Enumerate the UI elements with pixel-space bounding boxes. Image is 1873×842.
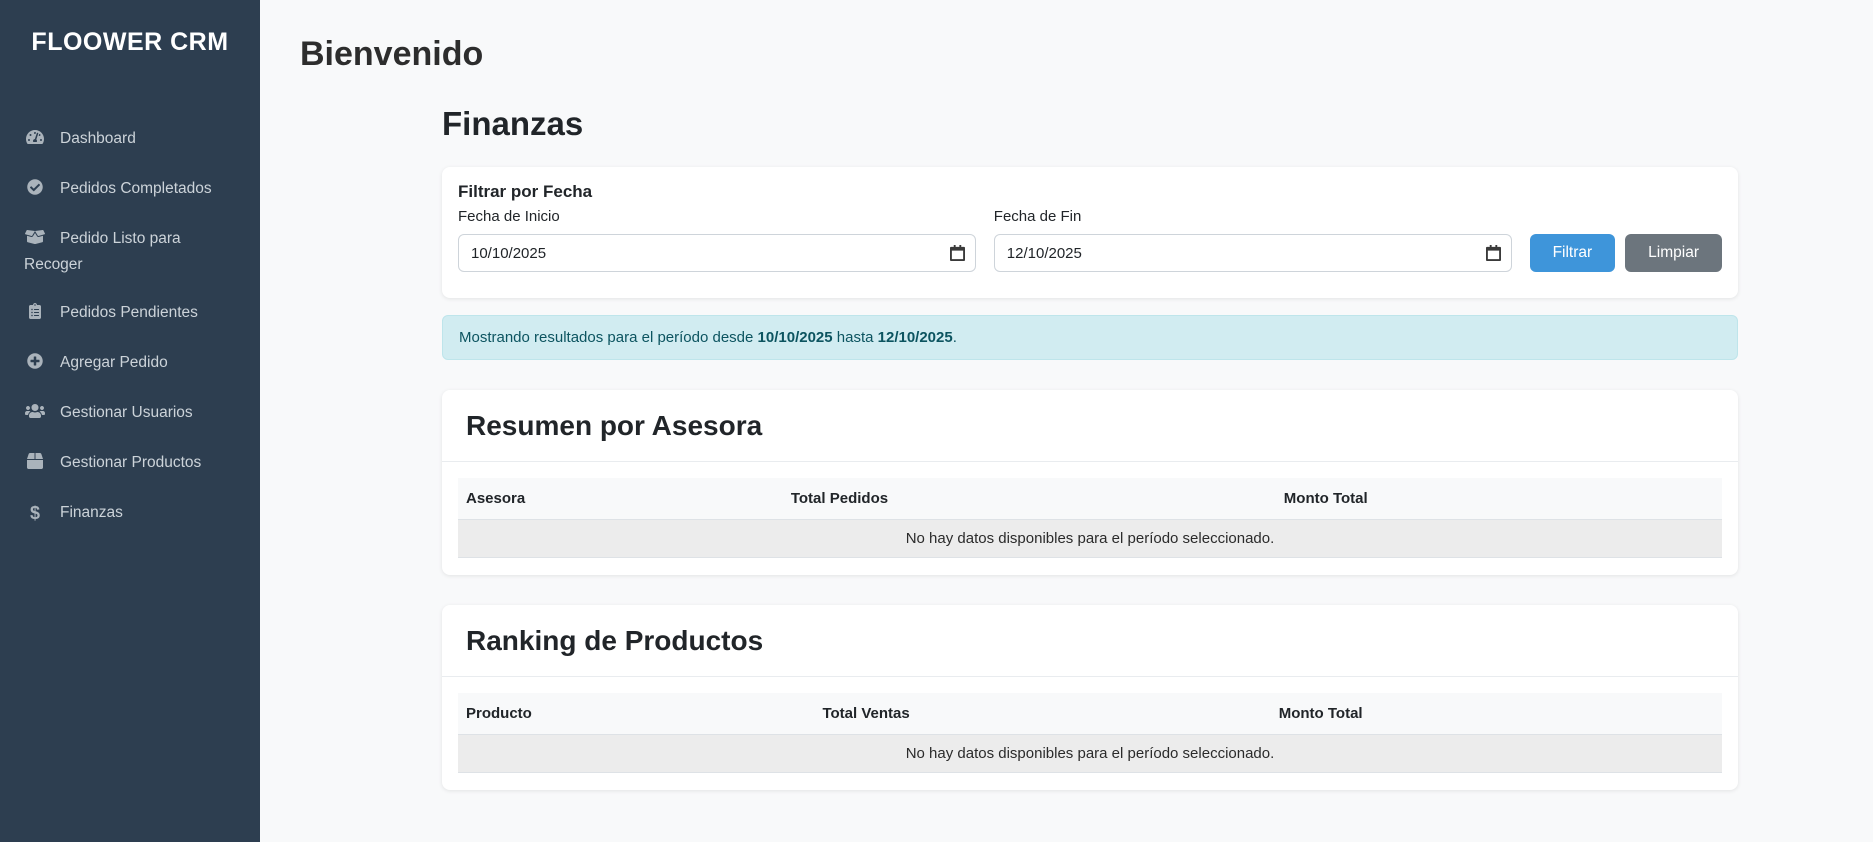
clear-button[interactable]: Limpiar [1625, 234, 1722, 272]
plus-circle-icon [24, 353, 46, 377]
sidebar-item-pedidos-completados[interactable]: Pedidos Completados [0, 165, 260, 215]
main-content: Bienvenido Finanzas Filtrar por Fecha Fe… [260, 0, 1873, 842]
sidebar: FLOOWER CRM Dashboard Pedidos Completado… [0, 0, 260, 842]
welcome-heading: Bienvenido [300, 36, 1873, 73]
sidebar-item-pedido-listo[interactable]: Pedido Listo para Recoger [0, 215, 260, 289]
alert-text: Mostrando resultados para el período des… [459, 329, 758, 346]
table-row: No hay datos disponibles para el período… [458, 520, 1722, 558]
start-date-input[interactable] [458, 234, 976, 272]
clipboard-list-icon [24, 303, 46, 327]
end-date-label: Fecha de Fin [994, 208, 1512, 225]
date-filter-card: Filtrar por Fecha Fecha de Inicio Fecha … [442, 167, 1738, 298]
alert-start-date: 10/10/2025 [758, 329, 833, 346]
column-header: Asesora [458, 478, 783, 520]
sidebar-item-label: Pedidos Completados [60, 180, 212, 197]
product-ranking-table: Producto Total Ventas Monto Total No hay… [458, 693, 1722, 773]
check-circle-icon [24, 179, 46, 203]
sidebar-item-label: Pedidos Pendientes [60, 304, 198, 321]
column-header: Monto Total [1271, 693, 1722, 735]
app-brand: FLOOWER CRM [0, 28, 260, 57]
filter-button[interactable]: Filtrar [1530, 234, 1616, 272]
sidebar-item-label: Dashboard [60, 130, 136, 147]
box-icon [24, 453, 46, 477]
filter-title: Filtrar por Fecha [458, 182, 1722, 202]
empty-state-message: No hay datos disponibles para el período… [458, 520, 1722, 558]
end-date-calendar-icon[interactable] [1486, 245, 1501, 261]
sidebar-item-agregar-pedido[interactable]: Agregar Pedido [0, 339, 260, 389]
column-header: Producto [458, 693, 814, 735]
page-title: Finanzas [442, 105, 1738, 143]
alert-end-date: 12/10/2025 [878, 329, 953, 346]
sidebar-item-gestionar-productos[interactable]: Gestionar Productos [0, 439, 260, 489]
product-ranking-card: Ranking de Productos Producto Total Vent… [442, 605, 1738, 790]
alert-text: hasta [833, 329, 878, 346]
start-date-calendar-icon[interactable] [950, 245, 965, 261]
product-ranking-title: Ranking de Productos [466, 625, 1714, 657]
dollar-sign-icon: $ [24, 501, 46, 525]
tachometer-icon [24, 129, 46, 153]
sidebar-item-gestionar-usuarios[interactable]: Gestionar Usuarios [0, 389, 260, 439]
sidebar-item-pedidos-pendientes[interactable]: Pedidos Pendientes [0, 289, 260, 339]
advisor-summary-card: Resumen por Asesora Asesora Total Pedido… [442, 390, 1738, 575]
advisor-summary-title: Resumen por Asesora [466, 410, 1714, 442]
empty-state-message: No hay datos disponibles para el período… [458, 735, 1722, 773]
column-header: Monto Total [1276, 478, 1722, 520]
period-info-alert: Mostrando resultados para el período des… [442, 315, 1738, 360]
end-date-input[interactable] [994, 234, 1512, 272]
table-row: No hay datos disponibles para el período… [458, 735, 1722, 773]
sidebar-item-label: Gestionar Productos [60, 454, 201, 471]
sidebar-nav: Dashboard Pedidos Completados Pedido Lis… [0, 115, 260, 537]
sidebar-item-label: Pedido Listo para Recoger [24, 230, 181, 273]
sidebar-item-label: Finanzas [60, 504, 123, 521]
column-header: Total Ventas [814, 693, 1270, 735]
users-icon [24, 403, 46, 427]
alert-text: . [953, 329, 957, 346]
column-header: Total Pedidos [783, 478, 1276, 520]
start-date-label: Fecha de Inicio [458, 208, 976, 225]
sidebar-item-label: Gestionar Usuarios [60, 404, 193, 421]
sidebar-item-dashboard[interactable]: Dashboard [0, 115, 260, 165]
sidebar-item-finanzas[interactable]: $ Finanzas [0, 489, 260, 537]
box-open-icon [24, 229, 46, 253]
sidebar-item-label: Agregar Pedido [60, 354, 168, 371]
advisor-summary-table: Asesora Total Pedidos Monto Total No hay… [458, 478, 1722, 558]
